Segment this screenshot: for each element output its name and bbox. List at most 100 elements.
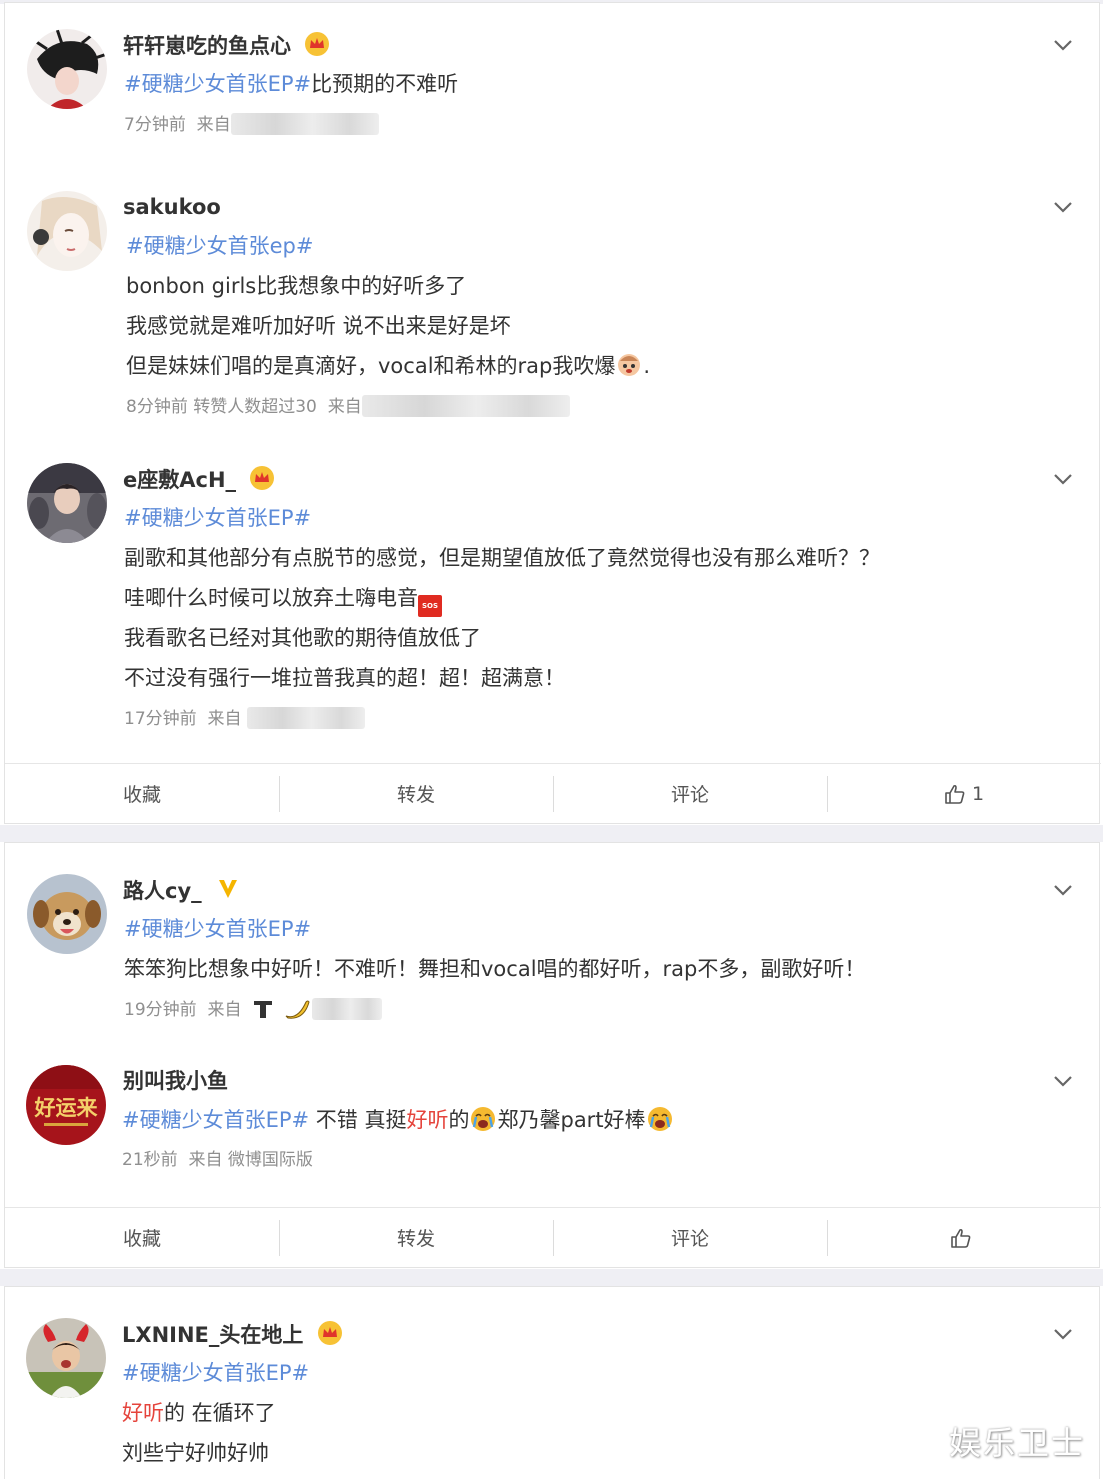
hashtag-link[interactable]: #硬糖少女首张EP# [124, 72, 311, 96]
feed-card-2: 路人cy_ #硬糖少女首张EP# 笨笨狗比想象中好听！不难听！舞担和vocal唱… [4, 842, 1101, 1268]
device-icon [253, 1001, 272, 1018]
comment-text: #硬糖少女首张EP#比预期的不难听 [124, 69, 458, 99]
verified-v-icon [218, 880, 237, 898]
chevron-down-icon[interactable] [1051, 33, 1075, 57]
avatar-image [27, 874, 107, 954]
comment-item: 轩轩崽吃的鱼点心 #硬糖少女首张EP#比预期的不难听 7分钟前 来自 [5, 3, 1101, 163]
post-time: 8分钟前 [126, 397, 188, 417]
comment-button[interactable]: 评论 [553, 764, 827, 823]
action-bar: 收藏 转发 评论 1 [5, 763, 1101, 823]
post-meta: 21秒前 来自 微博国际版 [122, 1149, 313, 1171]
hashtag-link[interactable]: #硬糖少女首张EP# [124, 506, 311, 530]
comment-line: 不过没有强行一堆拉普我真的超！超！超满意！ [124, 666, 565, 690]
username-text[interactable]: e座敷AcH_ [123, 468, 236, 492]
avatar-lettering: 好运来 [34, 1095, 99, 1120]
username[interactable]: LXNINE_头在地上 [122, 1320, 343, 1349]
post-meta: 19分钟前 来自 [124, 998, 383, 1021]
post-meta: 17分钟前 来自 [124, 707, 365, 730]
hashtag-link[interactable]: #硬糖少女首张EP# [122, 1108, 309, 1132]
comment-line: #硬糖少女首张EP# 不错 真挺好听的 郑乃馨part好棒 [122, 1105, 674, 1135]
username[interactable]: 别叫我小鱼 [123, 1067, 228, 1095]
username-text[interactable]: 轩轩崽吃的鱼点心 [123, 34, 291, 58]
avatar-image [27, 463, 107, 543]
avatar-image [27, 29, 107, 109]
repost-count-note: 转赞人数超过30 [193, 397, 317, 417]
post-meta: 7分钟前 来自 [124, 113, 379, 136]
user-avatar[interactable] [27, 463, 107, 543]
card-separator [0, 1269, 1103, 1286]
comment-item: 路人cy_ #硬糖少女首张EP# 笨笨狗比想象中好听！不难听！舞担和vocal唱… [5, 843, 1101, 1033]
username-text[interactable]: sakukoo [123, 195, 221, 219]
highlight-keyword[interactable]: 好听 [122, 1401, 164, 1425]
favorite-button[interactable]: 收藏 [5, 764, 279, 823]
user-avatar[interactable] [27, 191, 107, 271]
comment-label: 评论 [670, 1228, 709, 1250]
favorite-label: 收藏 [122, 1228, 161, 1250]
comment-body: 比预期的不难听 [311, 72, 459, 96]
hashtag-line: #硬糖少女首张ep# [126, 231, 313, 261]
hashtag-line: #硬糖少女首张EP# [124, 503, 311, 533]
comment-line-text: 但是妹妹们唱的是真滴好，vocal和希林的rap我吹爆 [126, 354, 616, 378]
favorite-button[interactable]: 收藏 [5, 1208, 279, 1267]
like-count: 1 [971, 782, 985, 805]
banana-icon [285, 1000, 310, 1019]
chevron-down-icon[interactable] [1051, 878, 1075, 902]
hashtag-link[interactable]: #硬糖少女首张EP# [124, 917, 311, 941]
username[interactable]: 路人cy_ [123, 876, 241, 905]
comment-line: 但是妹妹们唱的是真滴好，vocal和希林的rap我吹爆 . [126, 351, 650, 381]
crying-face-emoji-icon [647, 1107, 672, 1131]
post-meta: 8分钟前 转赞人数超过30 来自 [126, 395, 570, 418]
blush-face-emoji-icon [618, 354, 641, 376]
like-button[interactable]: 1 [827, 764, 1101, 823]
username[interactable]: sakukoo [123, 193, 221, 221]
repost-button[interactable]: 转发 [279, 764, 553, 823]
blurred-source [230, 113, 379, 135]
comment-item: sakukoo #硬糖少女首张ep# bonbon girls比我想象中的好听多… [5, 163, 1101, 433]
username-text[interactable]: 路人cy_ [123, 879, 202, 903]
like-button[interactable] [827, 1208, 1101, 1267]
username-text[interactable]: 别叫我小鱼 [123, 1069, 228, 1093]
watermark: 娱乐卫士 [948, 1424, 1085, 1462]
hashtag-link[interactable]: #硬糖少女首张ep# [126, 234, 313, 258]
chevron-down-icon[interactable] [1051, 467, 1075, 491]
comment-line: 副歌和其他部分有点脱节的感觉，但是期望值放低了竟然觉得也没有那么难听？？ [124, 546, 880, 570]
repost-label: 转发 [396, 784, 435, 806]
username[interactable]: e座敷AcH_ [123, 465, 275, 494]
chevron-down-icon[interactable] [1051, 1322, 1075, 1346]
chevron-down-icon[interactable] [1051, 195, 1075, 219]
comment-item: LXNINE_头在地上 #硬糖少女首张EP# 好听的 在循环了 刘些宁好帅好帅 [5, 1287, 1101, 1479]
comment-item: e座敷AcH_ #硬糖少女首张EP# 副歌和其他部分有点脱节的感觉，但是期望值放… [5, 433, 1101, 763]
repost-button[interactable]: 转发 [279, 1208, 553, 1267]
chevron-down-icon[interactable] [1051, 1069, 1075, 1093]
hashtag-line: #硬糖少女首张EP# [124, 914, 311, 944]
card-separator [0, 825, 1103, 842]
hashtag-link[interactable]: #硬糖少女首张EP# [122, 1361, 309, 1385]
username[interactable]: 轩轩崽吃的鱼点心 [123, 31, 330, 60]
blurred-source [361, 395, 570, 417]
blurred-source [246, 707, 365, 729]
crown-icon [250, 466, 275, 490]
avatar-image [27, 191, 107, 271]
comment-label: 评论 [670, 784, 709, 806]
comment-line: 笨笨狗比想象中好听！不难听！舞担和vocal唱的都好听，rap不多，副歌好听！ [124, 957, 866, 981]
comment-line: 我看歌名已经对其他歌的期待值放低了 [124, 626, 481, 650]
comment-line: 我感觉就是难听加好听 说不出来是好是坏 [126, 314, 511, 338]
post-time: 21秒前 [122, 1150, 178, 1170]
comment-segment: 的 在循环了 [164, 1401, 276, 1425]
user-avatar[interactable]: 好运来 [26, 1065, 106, 1145]
client-source[interactable]: 微博国际版 [228, 1150, 313, 1170]
user-avatar[interactable] [26, 1318, 106, 1398]
user-avatar[interactable] [27, 29, 107, 109]
username-text[interactable]: LXNINE_头在地上 [122, 1323, 303, 1347]
user-avatar[interactable] [27, 874, 107, 954]
highlight-keyword[interactable]: 好听 [406, 1108, 448, 1132]
from-label: 来自 [327, 397, 362, 417]
repost-label: 转发 [396, 1228, 435, 1250]
comment-button[interactable]: 评论 [553, 1208, 827, 1267]
action-bar: 收藏 转发 评论 [5, 1207, 1101, 1267]
sos-emoji-icon: SOS [418, 595, 442, 617]
comment-segment: 郑乃馨part好棒 [497, 1108, 646, 1132]
from-label: 来自 [188, 1150, 223, 1170]
avatar-image [26, 1318, 106, 1398]
comment-segment: 不错 真挺 [309, 1108, 407, 1132]
